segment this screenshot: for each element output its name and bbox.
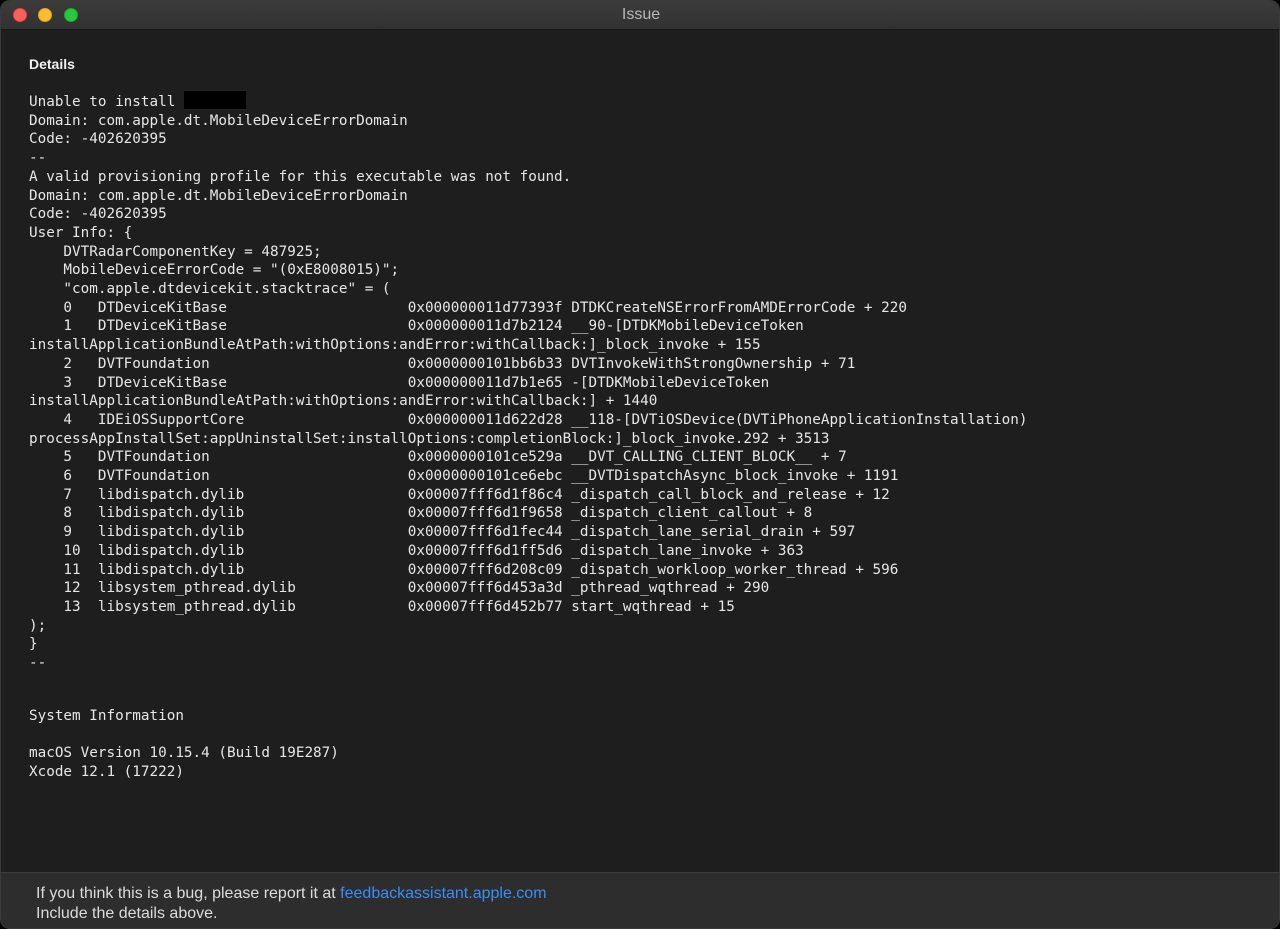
system-info-heading: System Information bbox=[29, 708, 184, 724]
log-line: installApplicationBundleAtPath:withOptio… bbox=[29, 337, 761, 354]
log-line: 7 libdispatch.dylib 0x00007fff6d1f86c4 _… bbox=[29, 486, 890, 503]
details-heading: Details bbox=[29, 56, 75, 72]
issue-window: Issue Details Unable to install Domain: … bbox=[0, 0, 1280, 929]
log-line: 8 libdispatch.dylib 0x00007fff6d1f9658 _… bbox=[29, 505, 813, 522]
log-line: 11 libdispatch.dylib 0x00007fff6d208c09 … bbox=[29, 561, 899, 578]
redacted-app-name bbox=[183, 91, 246, 109]
error-details-text[interactable]: Unable to install Domain: com.apple.dt.M… bbox=[29, 91, 1027, 673]
log-line: 13 libsystem_pthread.dylib 0x00007fff6d4… bbox=[29, 598, 735, 615]
log-line: 4 IDEiOSSupportCore 0x000000011d622d28 _… bbox=[29, 411, 1028, 428]
log-line: 3 DTDeviceKitBase 0x000000011d7b1e65 -[D… bbox=[29, 374, 770, 391]
log-line: User Info: { bbox=[29, 224, 133, 241]
bug-report-prefix: If you think this is a bug, please repor… bbox=[36, 885, 341, 902]
include-details-text: Include the details above. bbox=[36, 905, 218, 922]
log-line: MobileDeviceErrorCode = "(0xE8008015)"; bbox=[29, 262, 400, 279]
log-line: Domain: com.apple.dt.MobileDeviceErrorDo… bbox=[29, 187, 408, 204]
error-log-lines: Domain: com.apple.dt.MobileDeviceErrorDo… bbox=[29, 113, 1027, 671]
log-line: processAppInstallSet:appUninstallSet:ins… bbox=[29, 430, 830, 447]
log-line: Code: -402620395 bbox=[29, 131, 167, 148]
log-line: "com.apple.dtdevicekit.stacktrace" = ( bbox=[29, 281, 391, 298]
system-information[interactable]: System Information macOS Version 10.15.4… bbox=[29, 707, 339, 782]
log-line: -- bbox=[29, 150, 47, 167]
log-line: ); bbox=[29, 617, 47, 634]
log-line: 12 libsystem_pthread.dylib 0x00007fff6d4… bbox=[29, 580, 770, 597]
log-line: 0 DTDeviceKitBase 0x000000011d77393f DTD… bbox=[29, 299, 907, 316]
title-bar[interactable]: Issue bbox=[1, 1, 1279, 30]
log-line: Domain: com.apple.dt.MobileDeviceErrorDo… bbox=[29, 112, 408, 129]
log-line: 2 DVTFoundation 0x0000000101bb6b33 DVTIn… bbox=[29, 355, 856, 372]
log-line: 10 libdispatch.dylib 0x00007fff6d1ff5d6 … bbox=[29, 542, 804, 559]
log-line: 5 DVTFoundation 0x0000000101ce529a __DVT… bbox=[29, 449, 847, 466]
log-line: installApplicationBundleAtPath:withOptio… bbox=[29, 393, 658, 410]
macos-version: macOS Version 10.15.4 (Build 19E287) bbox=[29, 745, 339, 762]
log-line: DVTRadarComponentKey = 487925; bbox=[29, 243, 322, 260]
log-line: 1 DTDeviceKitBase 0x000000011d7b2124 __9… bbox=[29, 318, 804, 335]
window-title: Issue bbox=[621, 6, 661, 23]
log-line: 9 libdispatch.dylib 0x00007fff6d1fec44 _… bbox=[29, 524, 856, 541]
xcode-version: Xcode 12.1 (17222) bbox=[29, 764, 184, 781]
log-line: } bbox=[29, 636, 38, 653]
log-line: -- bbox=[29, 655, 47, 672]
log-line: A valid provisioning profile for this ex… bbox=[29, 168, 572, 185]
feedback-assistant-link[interactable]: feedbackassistant.apple.com bbox=[340, 885, 546, 902]
log-line: Code: -402620395 bbox=[29, 206, 167, 223]
first-line-prefix: Unable to install bbox=[29, 94, 184, 110]
details-scroll-area[interactable]: Details Unable to install Domain: com.ap… bbox=[1, 30, 1279, 872]
footer-text: If you think this is a bug, please repor… bbox=[36, 884, 547, 924]
footer-bar: If you think this is a bug, please repor… bbox=[1, 872, 1279, 928]
log-line: 6 DVTFoundation 0x0000000101ce6ebc __DVT… bbox=[29, 468, 899, 485]
